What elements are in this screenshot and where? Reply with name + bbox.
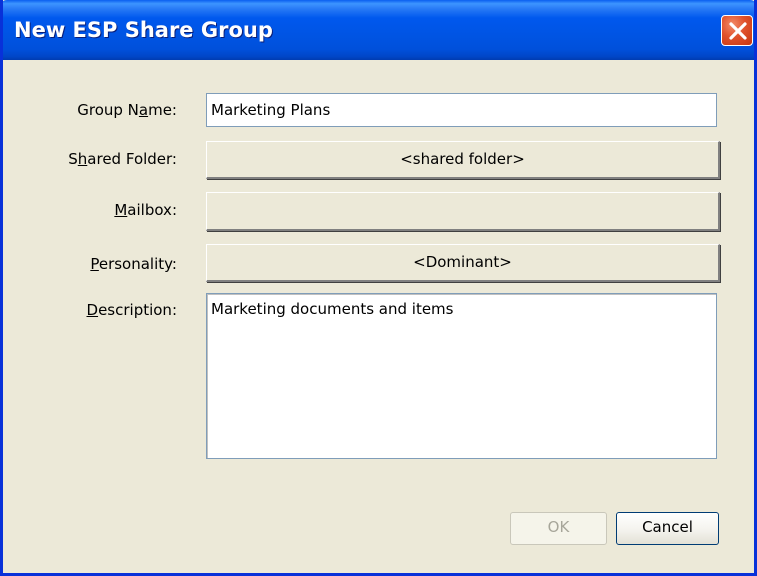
- ok-button[interactable]: OK: [510, 512, 607, 545]
- group-name-label: Group Name:: [77, 101, 177, 119]
- shared-folder-button[interactable]: <shared folder>: [206, 141, 720, 179]
- close-button[interactable]: [721, 15, 753, 46]
- group-name-input[interactable]: [206, 93, 717, 127]
- personality-button[interactable]: <Dominant>: [206, 244, 720, 282]
- shared-folder-label: Shared Folder:: [68, 150, 177, 168]
- personality-label: Personality:: [90, 255, 177, 273]
- description-textarea[interactable]: Marketing documents and items: [206, 293, 717, 459]
- dialog-window: New ESP Share Group Group Name: Shared F…: [0, 0, 757, 576]
- cancel-button[interactable]: Cancel: [616, 512, 719, 545]
- mailbox-label: Mailbox:: [114, 201, 177, 219]
- close-icon: [729, 22, 747, 40]
- title-bar[interactable]: New ESP Share Group: [3, 0, 754, 60]
- mailbox-button[interactable]: [206, 192, 720, 231]
- window-title: New ESP Share Group: [14, 18, 273, 42]
- description-label: Description:: [86, 301, 178, 319]
